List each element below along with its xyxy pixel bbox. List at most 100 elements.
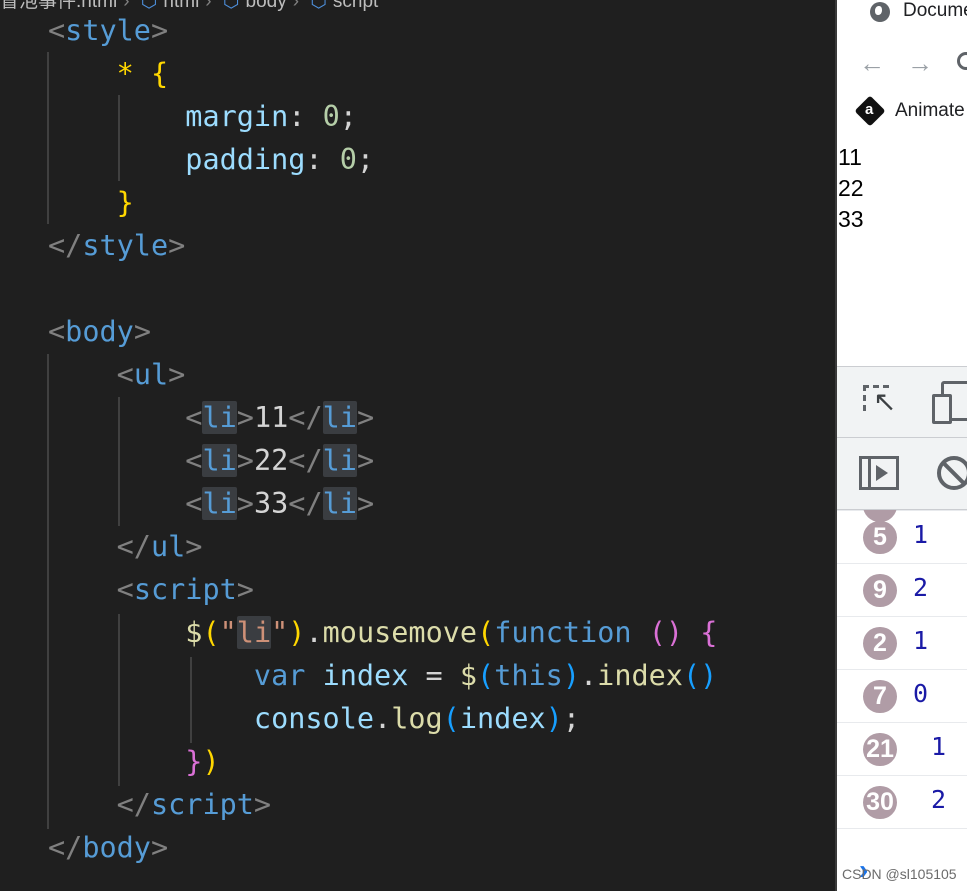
code-token: li xyxy=(322,487,357,520)
list-item[interactable]: 22 xyxy=(838,175,864,202)
device-toolbar-icon[interactable] xyxy=(932,381,967,424)
console-row[interactable]: 30 2 xyxy=(837,776,967,829)
code-token: ; xyxy=(339,100,357,133)
code-token: function xyxy=(494,616,632,649)
sidebar-icon[interactable] xyxy=(859,456,899,490)
code-token: > xyxy=(236,444,254,477)
code-line[interactable]: }) xyxy=(48,740,220,783)
bookmark-item[interactable]: a Animate xyxy=(837,95,967,132)
code-line[interactable]: } xyxy=(48,181,134,224)
breadcrumb-script[interactable]: script xyxy=(333,0,378,12)
code-token: script xyxy=(133,573,237,606)
code-token: </ xyxy=(288,444,323,477)
code-token: body xyxy=(82,831,151,864)
devtools-toolbar: ↖ xyxy=(837,366,967,438)
code-line[interactable]: <ul> xyxy=(48,353,186,396)
forward-icon[interactable]: → xyxy=(907,48,933,78)
code-token: mousemove xyxy=(322,616,478,649)
code-line[interactable]: margin: 0; xyxy=(48,95,357,138)
code-line[interactable]: <li>22</li> xyxy=(48,439,374,482)
code-line[interactable]: </script> xyxy=(48,783,271,826)
browser-tab[interactable]: Document xyxy=(837,0,967,28)
code-token: > xyxy=(253,788,272,821)
code-token: </ xyxy=(116,788,151,821)
code-token: > xyxy=(168,358,186,391)
console-row[interactable]: 92 xyxy=(837,564,967,617)
code-token: </ xyxy=(48,229,83,262)
code-line[interactable]: </style> xyxy=(48,224,185,267)
code-token: ) xyxy=(202,745,220,778)
console-row[interactable]: 21 xyxy=(837,617,967,670)
code-token: script xyxy=(150,788,254,821)
code-line[interactable]: <li>11</li> xyxy=(48,396,374,439)
code-editor[interactable]: 冒泡事件.html › ⬡ html › ⬡ body › ⬡ script <style>… xyxy=(0,0,835,891)
code-token: ( xyxy=(477,616,495,649)
reload-icon[interactable] xyxy=(957,52,967,70)
code-token: < xyxy=(185,401,203,434)
page-content: 11 22 33 xyxy=(837,140,967,366)
breadcrumb-body[interactable]: body xyxy=(246,0,287,12)
code-token: > xyxy=(150,14,169,47)
code-token: } xyxy=(185,745,203,778)
code-line[interactable]: padding: 0; xyxy=(48,138,374,181)
code-token: ( xyxy=(442,702,460,735)
code-line[interactable]: * { xyxy=(48,52,168,95)
code-token: > xyxy=(168,229,186,262)
code-token: $ xyxy=(459,659,478,692)
code-line[interactable]: <li>33</li> xyxy=(48,482,374,525)
code-line[interactable]: var index = $(this).index() xyxy=(48,654,717,697)
code-token: < xyxy=(116,358,134,391)
repeat-count-badge: 2 xyxy=(863,627,897,660)
code-token: body xyxy=(65,315,134,348)
code-token: > xyxy=(133,315,151,348)
back-icon[interactable]: ← xyxy=(859,48,885,78)
clear-console-icon[interactable] xyxy=(937,456,967,490)
list-item[interactable]: 11 xyxy=(838,144,862,171)
code-token: () xyxy=(648,616,684,649)
code-token: li xyxy=(202,487,237,520)
code-token: index xyxy=(459,702,546,735)
console-toolbar xyxy=(837,438,967,510)
code-line[interactable]: </body> xyxy=(48,826,168,869)
code-line[interactable]: <script> xyxy=(48,568,254,611)
code-token: > xyxy=(236,573,254,606)
code-token: index xyxy=(322,659,409,692)
code-line[interactable]: <style> xyxy=(48,9,168,52)
repeat-count-badge: 30 xyxy=(863,786,897,819)
console-row[interactable]: 70 xyxy=(837,670,967,723)
code-token: > xyxy=(356,487,375,520)
code-token: " xyxy=(219,616,237,649)
code-token: > xyxy=(236,487,254,520)
console-messages[interactable]: 5 1 9 2 2 1 7 0 21 1 30 2 xyxy=(837,510,967,891)
code-token: ; xyxy=(356,143,375,176)
code-token: ) xyxy=(562,659,580,692)
bookmark-label: Animate xyxy=(895,100,965,121)
code-line[interactable]: <body> xyxy=(48,310,151,353)
code-token: = xyxy=(408,659,460,692)
code-token: li xyxy=(202,401,237,434)
code-token: index xyxy=(597,659,683,692)
code-token: </ xyxy=(288,401,323,434)
code-token: ) xyxy=(288,616,306,649)
list-item[interactable]: 33 xyxy=(838,206,864,233)
console-row[interactable]: 51 xyxy=(837,511,967,564)
code-token: log xyxy=(391,702,443,735)
code-token: li xyxy=(322,444,357,477)
code-token: 22 xyxy=(253,444,289,477)
code-token: 0 xyxy=(339,143,357,176)
code-token: style xyxy=(82,229,169,262)
code-line[interactable]: </ul> xyxy=(48,525,203,568)
code-token: console xyxy=(253,702,375,735)
repeat-count-badge: 21 xyxy=(863,733,897,766)
console-row[interactable]: 21 1 xyxy=(837,723,967,776)
breadcrumb-html[interactable]: html xyxy=(163,0,199,12)
code-line[interactable]: console.log(index); xyxy=(48,697,580,740)
code-line[interactable]: $("li").mousemove(function () { xyxy=(48,611,717,654)
